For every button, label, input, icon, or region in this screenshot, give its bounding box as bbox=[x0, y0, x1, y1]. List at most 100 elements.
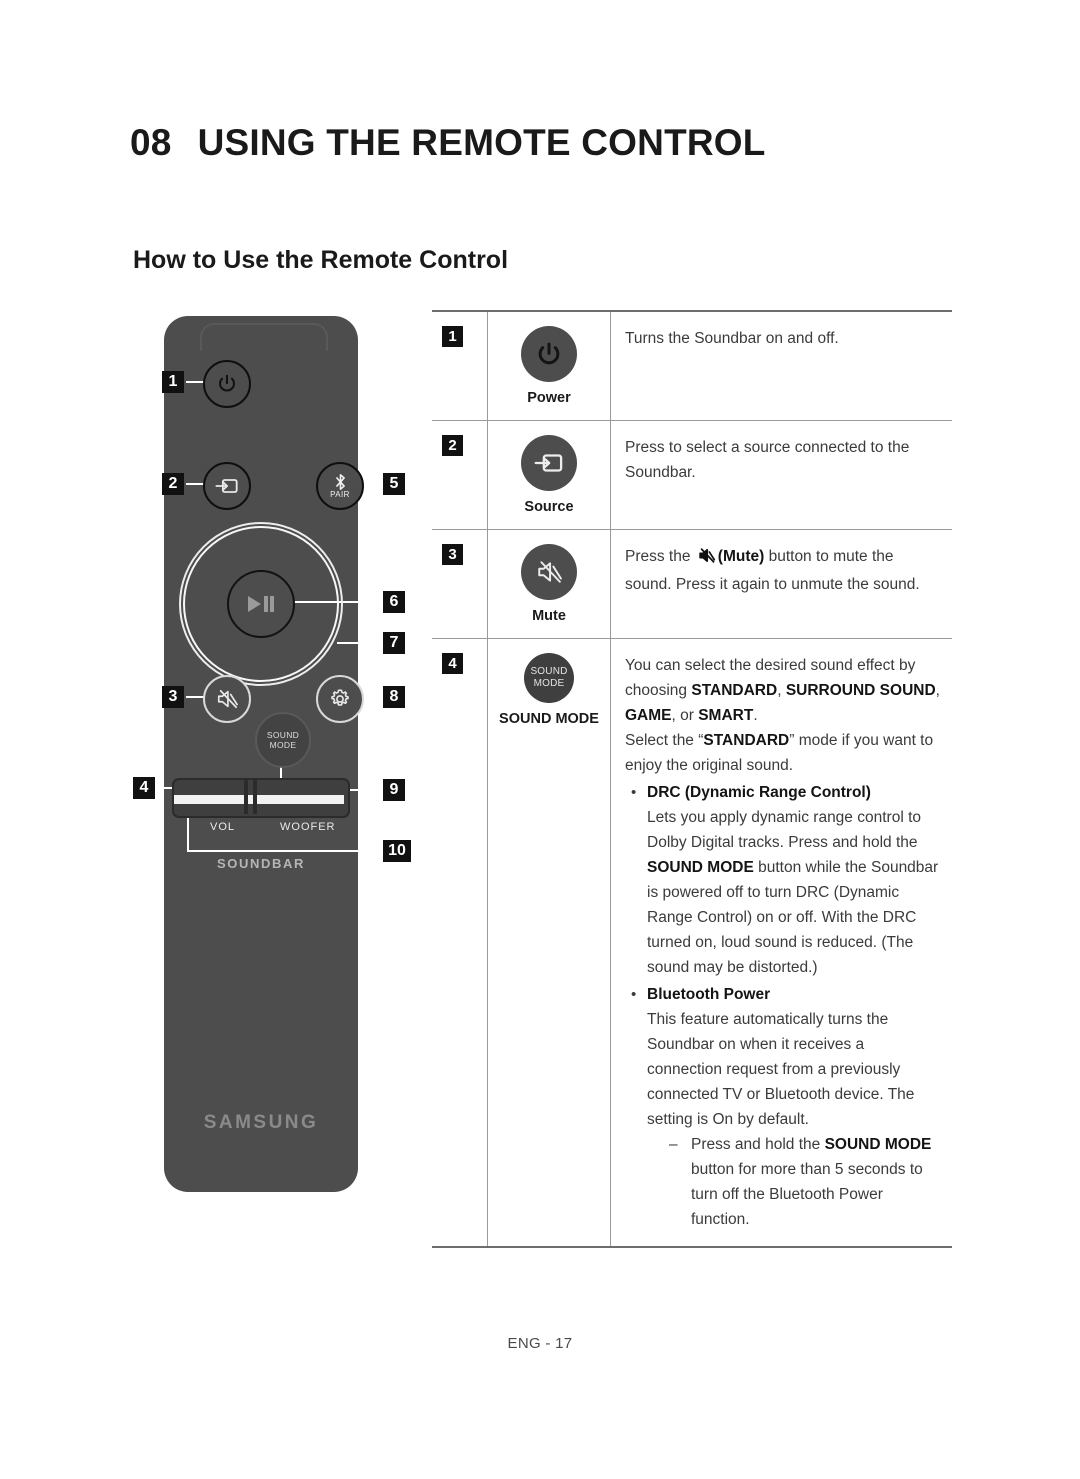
row-description-cell: Turns the Soundbar on and off. bbox=[610, 311, 952, 421]
bullet-bt-title: Bluetooth Power bbox=[647, 986, 771, 1003]
woofer-label: WOOFER bbox=[280, 821, 336, 833]
bullet-drc-body: Lets you apply dynamic range control to … bbox=[647, 805, 942, 980]
sound-mode-button-thumb: SOUND MODE bbox=[524, 653, 574, 703]
callout-9: 9 bbox=[383, 779, 405, 801]
p1-game: GAME bbox=[625, 707, 672, 724]
remote-settings-button[interactable] bbox=[316, 675, 364, 723]
table-row: 4 SOUND MODE SOUND MODE You can select t… bbox=[432, 638, 953, 1248]
row-badge: 2 bbox=[442, 435, 463, 456]
row-description-cell: Press the (Mute) button to mute the soun… bbox=[610, 529, 952, 639]
row-number-cell: 4 bbox=[432, 638, 488, 1247]
remote-power-button[interactable] bbox=[203, 360, 251, 408]
sound-mode-thumb-line2: MODE bbox=[533, 678, 565, 689]
leader-line-10-horizontal bbox=[187, 850, 387, 852]
row-badge: 1 bbox=[442, 326, 463, 347]
remote-sound-mode-button[interactable]: SOUND MODE bbox=[255, 712, 311, 768]
row-description-cell: Press to select a source connected to th… bbox=[610, 420, 952, 530]
source-button-thumb bbox=[521, 435, 577, 491]
callout-8: 8 bbox=[383, 686, 405, 708]
sound-mode-thumb-line1: SOUND bbox=[530, 666, 568, 677]
callout-7: 7 bbox=[383, 632, 405, 654]
remote-top-notch bbox=[200, 323, 328, 351]
section-title: How to Use the Remote Control bbox=[133, 246, 509, 274]
mute-button-thumb bbox=[521, 544, 577, 600]
row-number-cell: 2 bbox=[432, 420, 488, 530]
remote-mute-button[interactable] bbox=[203, 675, 251, 723]
pair-label: PAIR bbox=[330, 490, 350, 499]
row-description: You can select the desired sound effect … bbox=[625, 653, 942, 1232]
table-row: 2 Source Press to select a source connec… bbox=[432, 420, 952, 530]
p1-c1: , bbox=[777, 682, 786, 699]
bullet-bt-body: This feature automatically turns the Sou… bbox=[647, 1011, 915, 1128]
drc-soundmode: SOUND MODE bbox=[647, 859, 754, 876]
rocker-divider-left bbox=[244, 778, 248, 814]
manual-page: 08 USING THE REMOTE CONTROL How to Use th… bbox=[0, 0, 1080, 1479]
p1-standard: STANDARD bbox=[691, 682, 778, 699]
callout-5: 5 bbox=[383, 473, 405, 495]
sub-soundmode: SOUND MODE bbox=[824, 1136, 932, 1153]
bullet-drc-title: DRC (Dynamic Range Control) bbox=[647, 784, 871, 801]
remote-control-illustration: PAIR SOUND MODE VOL WOOFER SOUNDBAR SAMS… bbox=[125, 300, 425, 1210]
play-pause-icon bbox=[248, 596, 274, 612]
rocker-highlight bbox=[174, 795, 344, 804]
p1-smart: SMART bbox=[698, 707, 754, 724]
row-description: Press the (Mute) button to mute the soun… bbox=[625, 544, 942, 597]
sub-c: button for more than 5 seconds to turn o… bbox=[691, 1161, 923, 1228]
mute-icon bbox=[538, 561, 562, 583]
row-icon-cell: Power bbox=[487, 311, 611, 421]
gear-icon bbox=[331, 689, 349, 706]
mute-desc-part2: (Mute) bbox=[717, 548, 765, 565]
bullet-drc: DRC (Dynamic Range Control) Lets you app… bbox=[625, 780, 942, 980]
row-number-cell: 1 bbox=[432, 311, 488, 421]
sound-mode-paragraph-2: Select the “STANDARD” mode if you want t… bbox=[625, 728, 942, 778]
callout-2: 2 bbox=[162, 473, 184, 495]
rocker-divider-right bbox=[253, 778, 257, 814]
callout-10: 10 bbox=[383, 840, 411, 862]
bullet-bt-subitem: Press and hold the SOUND MODE button for… bbox=[669, 1132, 942, 1232]
page-footer: ENG - 17 bbox=[507, 1335, 573, 1352]
remote-bluetooth-pair-button[interactable]: PAIR bbox=[316, 462, 364, 510]
row-caption: Power bbox=[527, 390, 571, 406]
row-icon-cell: Source bbox=[487, 420, 611, 530]
samsung-logo: SAMSUNG bbox=[203, 1112, 319, 1133]
p1-c2: , bbox=[935, 682, 940, 699]
table-row: 3 Mute Press the (Mute) button to mute t… bbox=[432, 529, 952, 639]
remote-button-table: 1 Power Turns the Soundbar on and off. 2… bbox=[432, 310, 952, 1248]
remote-source-button[interactable] bbox=[203, 462, 251, 510]
row-caption: SOUND MODE bbox=[499, 711, 599, 727]
leader-line-7 bbox=[337, 642, 385, 644]
bluetooth-icon bbox=[335, 473, 345, 491]
sound-mode-bullet-list: DRC (Dynamic Range Control) Lets you app… bbox=[625, 780, 942, 1232]
mute-glyph-icon bbox=[697, 547, 716, 572]
vol-label: VOL bbox=[210, 821, 236, 833]
row-description: Turns the Soundbar on and off. bbox=[625, 330, 839, 347]
source-input-icon bbox=[215, 479, 238, 493]
row-caption: Source bbox=[524, 499, 574, 515]
page-title: 08 USING THE REMOTE CONTROL bbox=[130, 122, 766, 164]
drc-c: button while the Soundbar is powered off… bbox=[647, 859, 939, 976]
p2-a: Select the “ bbox=[625, 732, 704, 749]
power-icon bbox=[538, 342, 560, 365]
p1-c3: , or bbox=[671, 707, 699, 724]
power-icon bbox=[219, 374, 235, 392]
callout-1: 1 bbox=[162, 371, 184, 393]
p1-surround: SURROUND SOUND bbox=[785, 682, 936, 699]
sound-mode-label-line2: MODE bbox=[269, 740, 297, 750]
sound-mode-paragraph-1: You can select the desired sound effect … bbox=[625, 653, 942, 728]
row-icon-cell: SOUND MODE SOUND MODE bbox=[487, 638, 611, 1247]
row-badge: 3 bbox=[442, 544, 463, 565]
row-number-cell: 3 bbox=[432, 529, 488, 639]
sound-mode-label-line1: SOUND bbox=[266, 730, 300, 740]
remote-play-pause-button[interactable] bbox=[227, 570, 295, 638]
row-description: Press to select a source connected to th… bbox=[625, 439, 910, 481]
row-description-cell: You can select the desired sound effect … bbox=[611, 639, 953, 1248]
row-badge: 4 bbox=[442, 653, 463, 674]
sub-a: Press and hold the bbox=[691, 1136, 825, 1153]
row-caption: Mute bbox=[532, 608, 566, 624]
drc-a: Lets you apply dynamic range control to … bbox=[647, 809, 921, 851]
p2-standard: STANDARD bbox=[703, 732, 790, 749]
chapter-number: 08 bbox=[130, 122, 172, 163]
callout-4: 4 bbox=[133, 777, 155, 799]
callout-6: 6 bbox=[383, 591, 405, 613]
p1-c4: . bbox=[753, 707, 758, 724]
